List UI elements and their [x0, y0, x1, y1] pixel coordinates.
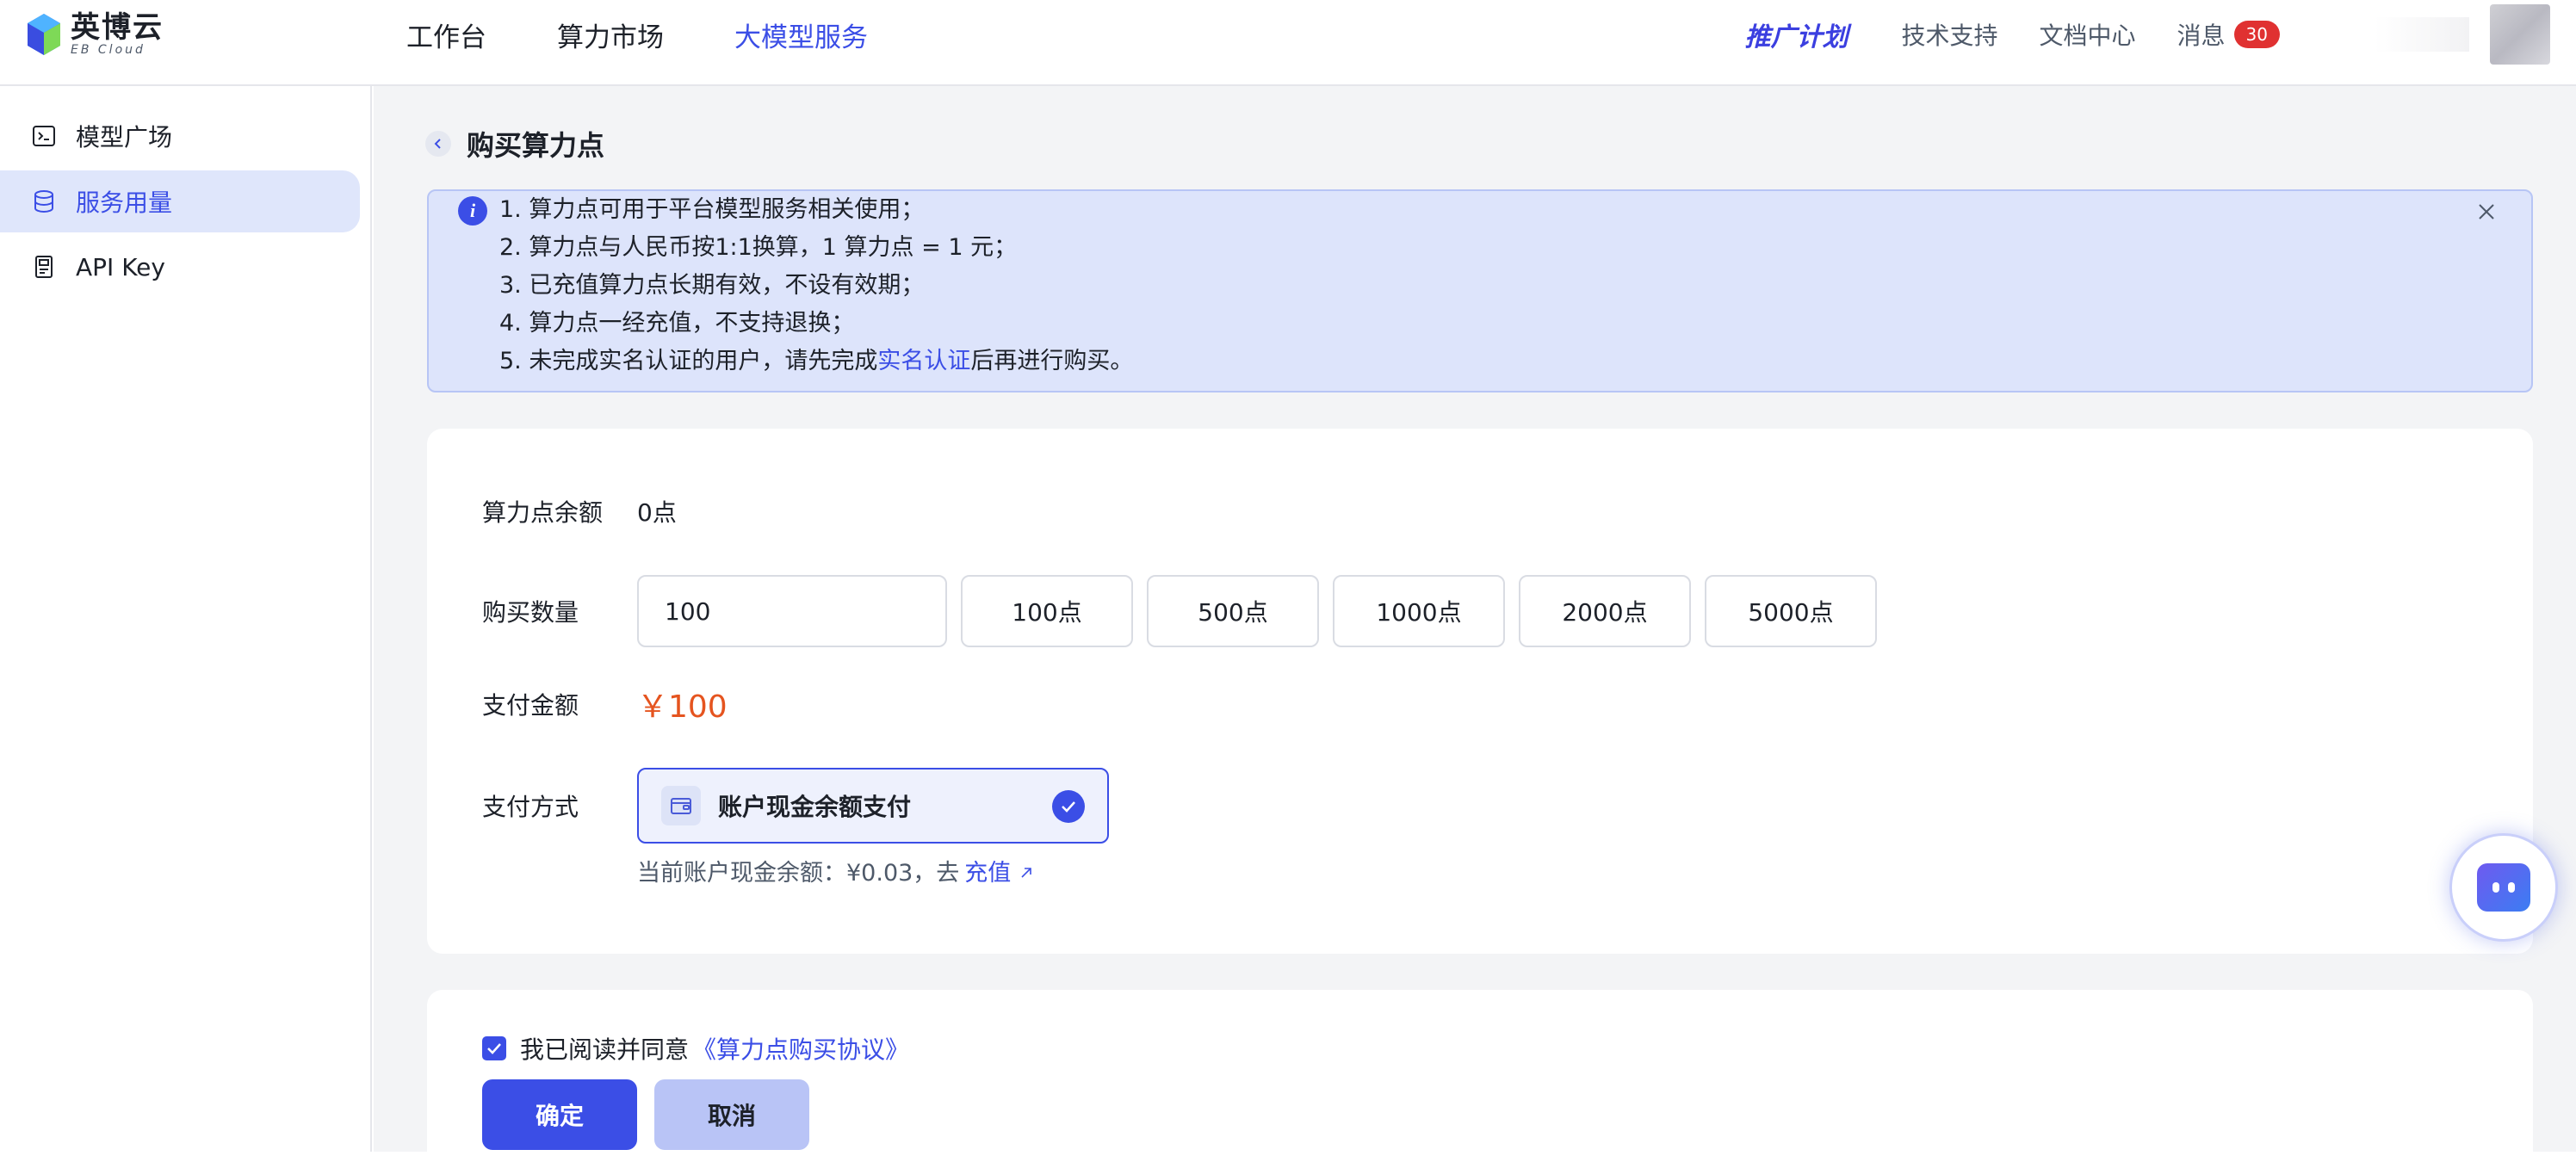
close-notice-button[interactable]	[2469, 195, 2504, 229]
notice-line-4: 4. 算力点一经充值，不支持退换；	[499, 305, 1133, 343]
agreement-text: 我已阅读并同意	[520, 1031, 689, 1066]
nav-llm-service[interactable]: 大模型服务	[734, 15, 868, 54]
quantity-input[interactable]: 100	[637, 575, 947, 647]
cash-balance-text: 当前账户现金余额：¥0.03，去	[637, 854, 959, 887]
promo-link[interactable]: 推广计划	[1745, 15, 1848, 53]
close-icon	[2477, 202, 2496, 221]
messages-link[interactable]: 消息 30	[2177, 17, 2280, 52]
quantity-label: 购买数量	[482, 594, 637, 628]
balance-value: 0点	[637, 494, 677, 528]
balance-row: 算力点余额 0点	[482, 494, 677, 528]
payment-option-cash-balance[interactable]: 账户现金余额支付	[637, 768, 1109, 844]
cash-balance-hint: 当前账户现金余额：¥0.03，去 充值	[637, 854, 1034, 887]
messages-label: 消息	[2177, 17, 2226, 52]
sidebar-item-model-square[interactable]: 模型广场	[0, 105, 360, 167]
amount-value: ￥100	[637, 682, 728, 726]
real-name-auth-link[interactable]: 实名认证	[877, 348, 970, 374]
notice-line-1: 1. 算力点可用于平台模型服务相关使用；	[499, 191, 1133, 229]
nav-compute-market[interactable]: 算力市场	[557, 15, 664, 54]
purchase-form-card: 算力点余额 0点 购买数量 100 100点 500点 1000点 2000点 …	[427, 429, 2533, 954]
info-icon: i	[458, 196, 487, 226]
sidebar-item-label: API Key	[76, 253, 165, 281]
notice-line-5: 5. 未完成实名认证的用户，请先完成实名认证后再进行购买。	[499, 343, 1133, 380]
nav-workbench[interactable]: 工作台	[406, 15, 486, 54]
sidebar-item-service-usage[interactable]: 服务用量	[0, 170, 360, 232]
selected-check-icon	[1052, 790, 1085, 823]
page-title: 购买算力点	[467, 124, 604, 164]
payment-method-row: 支付方式 账户现金余额支付	[482, 768, 1109, 844]
agreement-link[interactable]: 《算力点购买协议》	[692, 1031, 909, 1066]
chevron-left-icon	[432, 138, 444, 150]
docs-link[interactable]: 文档中心	[2040, 17, 2136, 52]
sidebar: 模型广场 服务用量 API Key	[0, 86, 372, 1152]
main-content: 购买算力点 i 1. 算力点可用于平台模型服务相关使用； 2. 算力点与人民币按…	[374, 86, 2576, 1152]
robot-icon	[2477, 863, 2530, 912]
quantity-option-500[interactable]: 500点	[1147, 575, 1319, 647]
assistant-float-button[interactable]	[2449, 833, 2558, 942]
quantity-row: 购买数量 100 100点 500点 1000点 2000点 5000点	[482, 575, 1877, 647]
recharge-link-label: 充值	[964, 860, 1011, 887]
wallet-icon	[661, 786, 701, 825]
logo-cn-text: 英博云	[71, 13, 164, 42]
page-header: 购买算力点	[425, 124, 604, 164]
notice-line-5-prefix: 5. 未完成实名认证的用户，请先完成	[499, 348, 877, 374]
sidebar-item-label: 服务用量	[76, 184, 172, 219]
notice-line-2: 2. 算力点与人民币按1:1换算，1 算力点 = 1 元；	[499, 229, 1133, 267]
payment-method-label: 支付方式	[482, 788, 637, 823]
balance-label: 算力点余额	[482, 494, 637, 528]
external-arrow-icon	[1019, 865, 1034, 881]
sidebar-item-api-key[interactable]: API Key	[0, 236, 360, 298]
tech-support-link[interactable]: 技术支持	[1902, 17, 1998, 52]
logo-icon	[26, 12, 62, 57]
messages-count-badge: 30	[2234, 21, 2280, 48]
database-icon	[31, 189, 57, 214]
notice-banner: i 1. 算力点可用于平台模型服务相关使用； 2. 算力点与人民币按1:1换算，…	[427, 189, 2533, 392]
back-button[interactable]	[425, 131, 451, 157]
quantity-option-1000[interactable]: 1000点	[1333, 575, 1505, 647]
quantity-option-5000[interactable]: 5000点	[1705, 575, 1877, 647]
agreement-checkbox[interactable]	[482, 1036, 506, 1060]
header-right: 推广计划 技术支持 文档中心 消息 30	[1745, 0, 2576, 69]
action-card: 我已阅读并同意 《算力点购买协议》 确定 取消	[427, 990, 2533, 1162]
logo[interactable]: 英博云 EB Cloud	[26, 10, 164, 59]
sidebar-item-label: 模型广场	[76, 119, 172, 153]
avatar[interactable]	[2490, 4, 2550, 65]
avatar-placeholder	[2375, 17, 2469, 52]
recharge-link[interactable]: 充值	[964, 854, 1034, 887]
agreement-row: 我已阅读并同意 《算力点购买协议》	[482, 1031, 909, 1066]
key-card-icon	[31, 254, 57, 280]
logo-en-text: EB Cloud	[71, 44, 164, 56]
amount-label: 支付金额	[482, 687, 637, 721]
notice-line-3: 3. 已充值算力点长期有效，不设有效期；	[499, 267, 1133, 305]
payment-option-label: 账户现金余额支付	[718, 788, 911, 823]
notice-line-5-suffix: 后再进行购买。	[970, 348, 1133, 374]
confirm-button[interactable]: 确定	[482, 1079, 637, 1150]
main-nav: 工作台 算力市场 大模型服务	[406, 0, 938, 69]
quantity-option-100[interactable]: 100点	[961, 575, 1133, 647]
top-bar: 英博云 EB Cloud 工作台 算力市场 大模型服务 推广计划 技术支持 文档…	[0, 0, 2576, 86]
cancel-button[interactable]: 取消	[654, 1079, 809, 1150]
amount-row: 支付金额 ￥100	[482, 682, 728, 726]
terminal-icon	[31, 123, 57, 149]
quantity-option-2000[interactable]: 2000点	[1519, 575, 1691, 647]
